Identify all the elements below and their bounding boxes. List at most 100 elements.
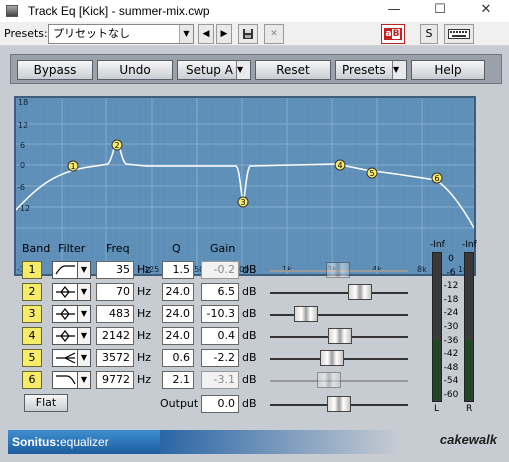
app-icon xyxy=(6,5,18,17)
save-preset-button[interactable] xyxy=(238,24,258,44)
cakewalk-logo: cakewalk xyxy=(439,432,497,447)
y-tick: 0 xyxy=(20,161,25,170)
band-1-freq-field[interactable]: 35 xyxy=(96,261,134,279)
y-tick: 12 xyxy=(18,121,28,130)
maximize-button[interactable]: ☐ xyxy=(417,0,463,22)
band-6-freq-field[interactable]: 9772 xyxy=(96,371,134,389)
band-6-button[interactable]: 6 xyxy=(22,371,42,389)
band-6-gain-slider-knob[interactable] xyxy=(317,372,341,388)
sidechain-button[interactable]: S xyxy=(420,24,438,44)
band-6-filter-type[interactable] xyxy=(52,371,78,389)
y-tick: 18 xyxy=(18,98,28,107)
band-marker-label: 2 xyxy=(114,141,119,150)
band-3-gain-field[interactable]: -10.3 xyxy=(201,305,239,323)
band-3-freq-field[interactable]: 483 xyxy=(96,305,134,323)
band-2-freq-field[interactable]: 70 xyxy=(96,283,134,301)
band-4-q-field[interactable]: 24.0 xyxy=(162,327,194,345)
band-4-gain-field[interactable]: 0.4 xyxy=(201,327,239,345)
output-slider-knob[interactable] xyxy=(327,396,351,412)
preset-value: プリセットなし xyxy=(53,27,130,40)
chevron-down-icon[interactable]: ▼ xyxy=(77,283,91,301)
next-preset-button[interactable]: ▶ xyxy=(216,24,232,44)
band-1-filter-type[interactable] xyxy=(52,261,78,279)
band-marker-label: 5 xyxy=(369,169,374,178)
product-logo: Sonitus:equalizer xyxy=(8,430,160,454)
band-1-gain-slider-knob[interactable] xyxy=(326,262,350,278)
band-5-button[interactable]: 5 xyxy=(22,349,42,367)
preset-toolbar: Presets: プリセットなし ▼ ◀ ▶ ✕ aB S xyxy=(0,22,509,46)
close-button[interactable]: ✕ xyxy=(463,0,509,22)
band-5-q-field[interactable]: 0.6 xyxy=(162,349,194,367)
band-3-button[interactable]: 3 xyxy=(22,305,42,323)
gain-unit: dB xyxy=(242,351,257,364)
meter-scale-label: -30 xyxy=(443,322,459,332)
band-4-button[interactable]: 4 xyxy=(22,327,42,345)
band-4-gain-slider-knob[interactable] xyxy=(328,328,352,344)
preset-dropdown[interactable]: プリセットなし ▼ xyxy=(48,24,194,44)
bypass-button[interactable]: Bypass xyxy=(17,60,93,80)
delete-icon: ✕ xyxy=(270,29,278,39)
band-5-freq-field[interactable]: 3572 xyxy=(96,349,134,367)
q-column-header: Q xyxy=(172,242,181,255)
eq-panel: Bypass Undo Setup A ▼ Reset Presets ▼ He… xyxy=(0,46,509,462)
meter-right-peak: -Inf xyxy=(462,240,477,250)
band-2-gain-field[interactable]: 6.5 xyxy=(201,283,239,301)
band-2-filter-type[interactable] xyxy=(52,283,78,301)
chevron-down-icon[interactable]: ▼ xyxy=(77,305,91,323)
band-3-filter-type[interactable] xyxy=(52,305,78,323)
presets-dropdown[interactable]: Presets ▼ xyxy=(335,60,407,80)
meter-right-label: R xyxy=(466,404,473,414)
band-1-button[interactable]: 1 xyxy=(22,261,42,279)
band-1-q-field[interactable]: 1.5 xyxy=(162,261,194,279)
chevron-down-icon[interactable]: ▼ xyxy=(77,371,91,389)
reset-button[interactable]: Reset xyxy=(255,60,331,80)
band-3-q-field[interactable]: 24.0 xyxy=(162,305,194,323)
gain-unit: dB xyxy=(242,307,257,320)
keyboard-button[interactable] xyxy=(444,24,474,44)
delete-preset-button[interactable]: ✕ xyxy=(264,24,284,44)
gain-unit: dB xyxy=(242,329,257,342)
freq-unit: Hz xyxy=(137,351,152,364)
flat-button[interactable]: Flat xyxy=(24,394,68,412)
band-3-gain-slider-knob[interactable] xyxy=(294,306,318,322)
band-5-filter-type[interactable] xyxy=(52,349,78,367)
product-type: equalizer xyxy=(60,435,109,449)
chevron-down-icon[interactable]: ▼ xyxy=(77,261,91,279)
band-2-button[interactable]: 2 xyxy=(22,283,42,301)
minimize-button[interactable]: — xyxy=(371,0,417,22)
setup-dropdown[interactable]: Setup A ▼ xyxy=(177,60,251,80)
band-2-gain-slider-track[interactable] xyxy=(270,292,408,294)
chevron-down-icon[interactable]: ▼ xyxy=(77,349,91,367)
freq-unit: Hz xyxy=(137,329,152,342)
band-3-gain-slider-track[interactable] xyxy=(270,314,408,316)
keyboard-icon xyxy=(448,29,470,39)
band-5-gain-slider-knob[interactable] xyxy=(320,350,344,366)
a-b-compare-button[interactable]: aB xyxy=(381,24,405,44)
meter-left-peak: -Inf xyxy=(430,240,445,250)
help-button[interactable]: Help xyxy=(411,60,485,80)
prev-preset-button[interactable]: ◀ xyxy=(198,24,214,44)
meter-scale-label: -12 xyxy=(443,281,459,292)
freq-column-header: Freq xyxy=(106,242,130,255)
meter-right xyxy=(464,252,474,402)
band-5-gain-field[interactable]: -2.2 xyxy=(201,349,239,367)
band-2-q-field[interactable]: 24.0 xyxy=(162,283,194,301)
title-bar: Track Eq [Kick] - summer-mix.cwp — ☐ ✕ xyxy=(0,0,509,22)
gain-column-header: Gain xyxy=(210,242,236,255)
chevron-down-icon[interactable]: ▼ xyxy=(77,327,91,345)
gain-unit: dB xyxy=(242,373,257,386)
band-1-gain-field[interactable]: -0.2 xyxy=(201,261,239,279)
filter-column-header: Filter xyxy=(58,242,86,255)
high-shelf-filter-icon xyxy=(56,375,76,385)
meter-scale-label: -48 xyxy=(443,362,459,373)
band-2-gain-slider-knob[interactable] xyxy=(348,284,372,300)
band-4-filter-type[interactable] xyxy=(52,327,78,345)
undo-button[interactable]: Undo xyxy=(97,60,173,80)
ab-icon: aB xyxy=(384,28,402,40)
band-6-q-field[interactable]: 2.1 xyxy=(162,371,194,389)
output-gain-field[interactable]: 0.0 xyxy=(201,395,239,413)
band-6-gain-field[interactable]: -3.1 xyxy=(201,371,239,389)
band-4-freq-field[interactable]: 2142 xyxy=(96,327,134,345)
meter-left-label: L xyxy=(434,404,440,414)
meter-scale-label: -6 xyxy=(446,267,456,278)
